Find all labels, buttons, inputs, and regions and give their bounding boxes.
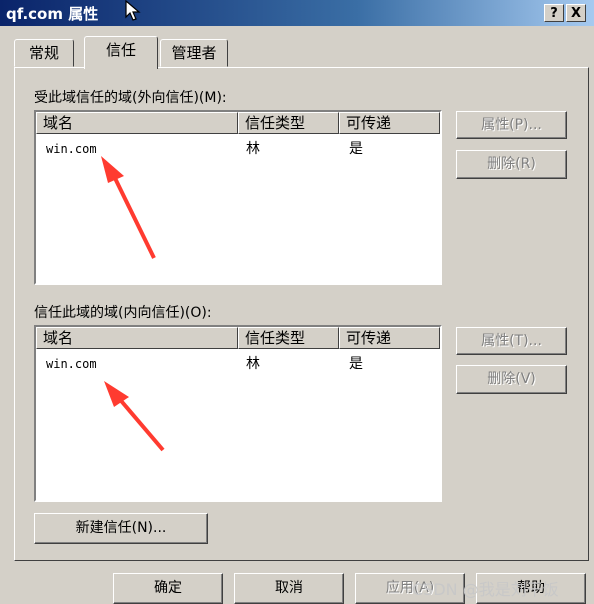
watermark: CSDN @我是刘干饭 <box>412 580 559 599</box>
annotation-arrow-icon <box>101 156 165 452</box>
